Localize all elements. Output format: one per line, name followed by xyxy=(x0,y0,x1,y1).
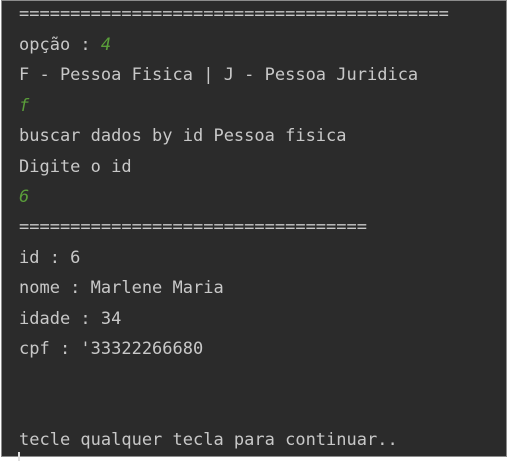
continue-prompt: tecle qualquer tecla para continuar.. xyxy=(19,430,398,450)
search-message: buscar dados by id Pessoa fisica xyxy=(19,126,347,146)
option-label: opção : xyxy=(19,35,101,55)
result-age: idade : 34 xyxy=(19,309,122,329)
result-cpf: cpf : '33322266680 xyxy=(19,339,204,359)
id-input: 6 xyxy=(19,187,30,207)
option-input: 4 xyxy=(100,35,112,55)
result-name: nome : Marlene Maria xyxy=(19,278,224,298)
text-cursor xyxy=(18,452,20,461)
person-type-input: f xyxy=(19,96,30,116)
option-line: opção : 4 xyxy=(19,34,111,56)
result-id: id : 6 xyxy=(19,248,81,268)
person-type-prompt: F - Pessoa Fisica | J - Pessoa Juridica xyxy=(19,65,419,85)
separator-line-short: ================================== xyxy=(19,217,367,237)
id-prompt: Digite o id xyxy=(19,157,132,177)
separator-line: ========================================… xyxy=(19,4,449,24)
console-output[interactable]: ========================================… xyxy=(1,0,507,457)
